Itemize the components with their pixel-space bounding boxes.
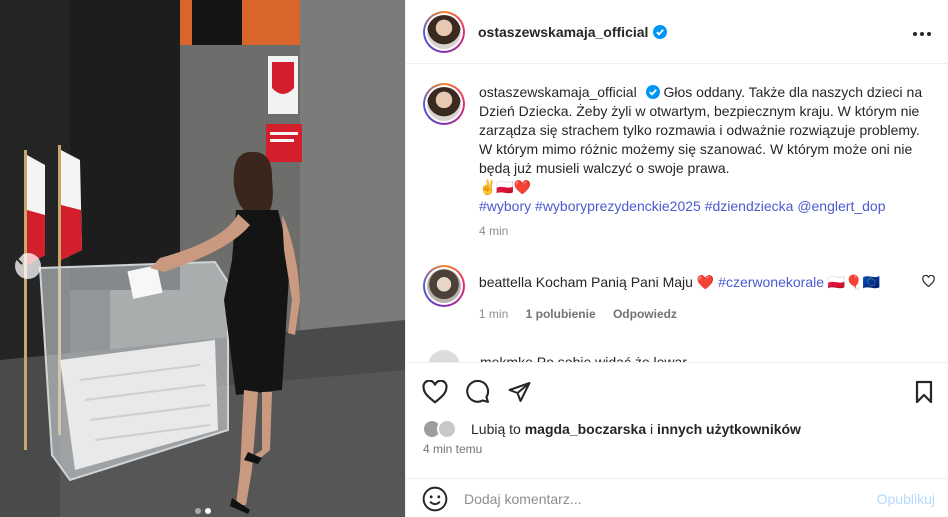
more-horizontal-icon (913, 32, 931, 36)
carousel-dot-active (204, 508, 211, 514)
share-button[interactable] (507, 380, 532, 404)
heart-icon (422, 379, 448, 404)
liker-avatar (437, 419, 457, 439)
author-username[interactable]: ostaszewskamaja_official (478, 24, 648, 40)
verified-badge-icon (645, 85, 660, 99)
likes-others-link[interactable]: innych użytkowników (657, 421, 801, 437)
photo-scene (0, 0, 405, 517)
author-avatar[interactable] (423, 10, 465, 53)
comment-icon (466, 379, 490, 403)
carousel-prev-button[interactable] (15, 253, 41, 279)
heart-outline-icon (922, 274, 935, 288)
caption-hashtags: #wybory #wyboryprezydenckie2025 #dziendz… (479, 198, 885, 214)
post-timestamp: 4 min temu (423, 442, 483, 456)
comment-emojis: 🇵🇱🎈🇪🇺 (827, 274, 881, 290)
post-caption: ostaszewskamaja_official Głos oddany. Ta… (406, 65, 948, 241)
add-comment-bar: Opublikuj (406, 478, 948, 517)
comment-text: Kocham Panią Pani Maju (535, 274, 693, 290)
verified-badge-icon (653, 24, 668, 39)
likes-connector: i (650, 421, 654, 437)
hashtag-link[interactable]: #dziendziecka (705, 198, 794, 214)
action-icons-row (406, 363, 948, 407)
post-header: ostaszewskamaja_official (406, 0, 948, 64)
comment-time: 1 min (478, 307, 509, 321)
comment-reply-button[interactable]: Odpowiedz (613, 307, 677, 321)
bookmark-icon (915, 380, 933, 403)
likes-prefix: Lubią to (471, 421, 521, 437)
partial-comment: mekmke Po sobie widać że lewar... (406, 350, 948, 362)
comments-scroll-area[interactable]: ostaszewskamaja_official Głos oddany. Ta… (406, 65, 948, 362)
comment-button[interactable] (465, 379, 490, 404)
hashtag-link[interactable]: #wyboryprezydenckie2025 (535, 198, 701, 214)
comment-likes-count[interactable]: 1 polubienie (526, 307, 596, 321)
chevron-left-icon (15, 253, 23, 265)
comment-like-button[interactable] (922, 274, 935, 290)
caption-emojis: ✌🇵🇱❤️ (479, 179, 532, 195)
like-button[interactable] (422, 379, 448, 404)
liker-username[interactable]: magda_boczarska (525, 421, 646, 437)
comment-input[interactable] (464, 490, 877, 507)
post-dialog: ostaszewskamaja_official ostaszewskamaja… (0, 0, 948, 517)
post-side-panel: ostaszewskamaja_official ostaszewskamaja… (405, 0, 948, 517)
carousel-dots (0, 508, 405, 514)
partial-comment-text: mekmke Po sobie widać że lewar... (480, 354, 698, 362)
caption-author-avatar[interactable] (423, 83, 465, 125)
carousel-dot (194, 508, 201, 514)
more-options-button[interactable] (912, 26, 932, 37)
emoji-icon (422, 486, 448, 511)
commenter-avatar[interactable] (423, 265, 465, 307)
share-icon (508, 381, 531, 402)
comment-hashtag[interactable]: #czerwonekorale (718, 274, 824, 290)
comment-heart-emoji: ❤️ (696, 274, 715, 290)
mention-link[interactable]: @englert_dop (797, 198, 885, 214)
comment-item: beattella Kocham Panią Pani Maju ❤️ #cze… (406, 241, 948, 324)
likes-summary: Lubią to magda_boczarska i innych użytko… (406, 407, 948, 439)
commenter-avatar[interactable] (428, 350, 460, 362)
caption-time: 4 min (479, 224, 509, 238)
hashtag-link[interactable]: #wybory (479, 198, 531, 214)
post-actions-section: Lubią to magda_boczarska i innych użytko… (406, 362, 948, 517)
post-photo[interactable] (0, 0, 405, 517)
save-button[interactable] (913, 380, 935, 404)
caption-author[interactable]: ostaszewskamaja_official (479, 84, 637, 100)
comment-username[interactable]: beattella (479, 274, 532, 290)
publish-button[interactable]: Opublikuj (877, 491, 935, 507)
emoji-picker-button[interactable] (422, 486, 448, 512)
